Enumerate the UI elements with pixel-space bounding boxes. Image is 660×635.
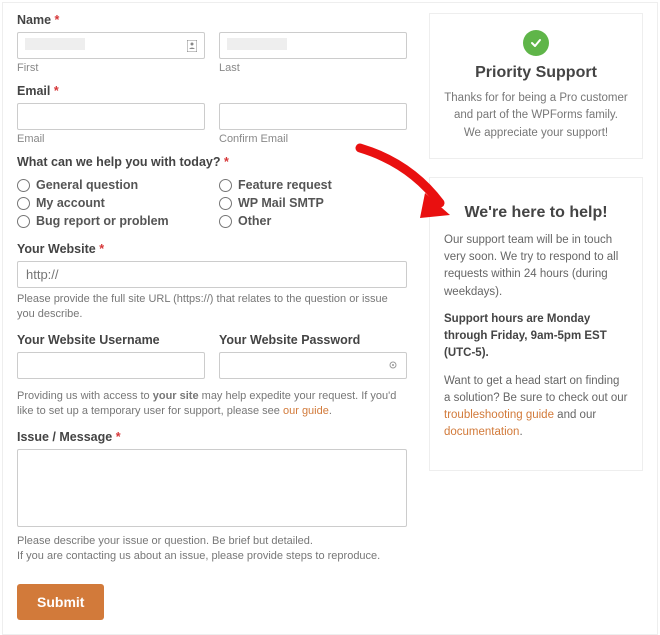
documentation-link[interactable]: documentation	[444, 426, 519, 438]
issue-label: Issue / Message *	[17, 430, 407, 444]
opt-other[interactable]: Other	[219, 214, 407, 228]
our-guide-link[interactable]: our guide	[283, 405, 329, 417]
help-p2: Support hours are Monday through Friday,…	[444, 311, 628, 363]
placeholder-mask	[227, 38, 287, 50]
issue-help-b: If you are contacting us about an issue,…	[17, 549, 407, 564]
opt-my-account[interactable]: My account	[17, 196, 205, 210]
contact-icon	[187, 40, 197, 52]
confirm-email-input[interactable]	[219, 103, 407, 130]
help-title: We're here to help!	[444, 204, 628, 222]
help-p3: Want to get a head start on finding a so…	[444, 373, 628, 442]
issue-textarea[interactable]	[17, 449, 407, 527]
priority-text: Thanks for for being a Pro customer and …	[444, 90, 628, 142]
password-label: Your Website Password	[219, 333, 407, 347]
submit-button[interactable]: Submit	[17, 584, 104, 620]
website-label: Your Website *	[17, 242, 407, 256]
placeholder-mask	[25, 38, 85, 50]
email-input[interactable]	[17, 103, 205, 130]
password-input[interactable]	[219, 352, 407, 379]
sidebar: Priority Support Thanks for for being a …	[429, 13, 643, 620]
help-p1: Our support team will be in touch very s…	[444, 232, 628, 301]
email-sublabel: Email	[17, 133, 205, 145]
website-help: Please provide the full site URL (https:…	[17, 292, 407, 323]
opt-wp-mail-smtp[interactable]: WP Mail SMTP	[219, 196, 407, 210]
checkmark-icon	[523, 30, 549, 56]
opt-general-question[interactable]: General question	[17, 178, 205, 192]
creds-help: Providing us with access to your site ma…	[17, 389, 407, 420]
confirm-email-sublabel: Confirm Email	[219, 133, 407, 145]
priority-title: Priority Support	[444, 64, 628, 82]
website-input[interactable]	[17, 261, 407, 288]
form-column: Name * First Last	[17, 13, 407, 620]
last-sublabel: Last	[219, 62, 407, 74]
issue-help-a: Please describe your issue or question. …	[17, 534, 407, 549]
opt-bug-report[interactable]: Bug report or problem	[17, 214, 205, 228]
first-sublabel: First	[17, 62, 205, 74]
username-input[interactable]	[17, 352, 205, 379]
username-label: Your Website Username	[17, 333, 205, 347]
eye-icon[interactable]	[387, 359, 399, 371]
question-label: What can we help you with today? *	[17, 155, 407, 169]
priority-support-card: Priority Support Thanks for for being a …	[429, 13, 643, 159]
name-label: Name *	[17, 13, 407, 27]
opt-feature-request[interactable]: Feature request	[219, 178, 407, 192]
email-label: Email *	[17, 84, 407, 98]
troubleshooting-link[interactable]: troubleshooting guide	[444, 409, 554, 421]
help-card: We're here to help! Our support team wil…	[429, 177, 643, 471]
